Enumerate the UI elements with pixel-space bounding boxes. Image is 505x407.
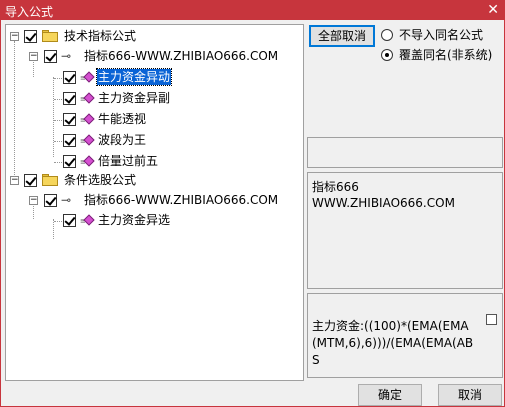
radio-label: 不导入同名公式	[399, 28, 484, 42]
status-field	[307, 137, 503, 168]
group-label: 条件选股公式	[64, 173, 137, 187]
source-label: 指标666-WWW.ZHIBIAO666.COM	[84, 193, 279, 207]
formula-diamond-icon: ≡	[80, 214, 95, 228]
tree-item-label: 主力资金异副	[98, 91, 171, 105]
title-bar: 导入公式 ✕	[0, 0, 505, 20]
source-label: 指标666-WWW.ZHIBIAO666.COM	[84, 49, 279, 63]
collapse-icon[interactable]: −	[10, 32, 19, 41]
radio-overwrite[interactable]: 覆盖同名(非系统)	[381, 47, 501, 63]
info-line: WWW.ZHIBIAO666.COM	[312, 196, 455, 210]
item-checkbox[interactable]	[63, 113, 76, 126]
collapse-icon[interactable]: −	[29, 196, 38, 205]
tree-group-screening[interactable]: − 条件选股公式	[6, 172, 302, 190]
tree-source-technical[interactable]: − ⊸ 指标666-WWW.ZHIBIAO666.COM	[6, 48, 302, 66]
formula-diamond-icon: ≡	[80, 113, 95, 127]
formula-tree[interactable]: − 技术指标公式 − ⊸ 指标666-WWW.ZHIBIAO666.COM ≡ …	[5, 24, 304, 381]
key-icon: ⊸	[61, 49, 72, 63]
window-title: 导入公式	[5, 5, 54, 19]
tree-source-screening[interactable]: − ⊸ 指标666-WWW.ZHIBIAO666.COM	[6, 192, 302, 210]
item-checkbox[interactable]	[63, 92, 76, 105]
radio-button[interactable]	[381, 29, 393, 41]
tree-item-label: 主力资金异动	[95, 68, 173, 86]
key-icon: ⊸	[61, 193, 72, 207]
tree-item-label: 波段为王	[98, 133, 147, 147]
info-panel: 指标666 WWW.ZHIBIAO666.COM	[307, 172, 503, 289]
formula-panel: 主力资金:((100)*(EMA(EMA(MTM,6),6)))/(EMA(EM…	[307, 293, 503, 378]
info-text: 指标666 WWW.ZHIBIAO666.COM	[312, 179, 455, 211]
item-checkbox[interactable]	[63, 71, 76, 84]
formula-diamond-icon: ≡	[80, 71, 95, 85]
tree-item[interactable]: ≡ 波段为王	[6, 132, 302, 150]
folder-icon	[42, 174, 58, 186]
formula-checkbox[interactable]	[486, 314, 497, 325]
source-checkbox[interactable]	[44, 194, 57, 207]
tree-item[interactable]: ≡ 主力资金异选	[6, 212, 302, 230]
item-checkbox[interactable]	[63, 155, 76, 168]
radio-button[interactable]	[381, 49, 393, 61]
tree-item-label: 牛能透视	[98, 112, 147, 126]
ok-button[interactable]: 确定	[358, 384, 422, 406]
group-checkbox[interactable]	[24, 174, 37, 187]
group-label: 技术指标公式	[64, 29, 137, 43]
formula-text: 主力资金:((100)*(EMA(EMA(MTM,6),6)))/(EMA(EM…	[312, 319, 474, 367]
item-checkbox[interactable]	[63, 214, 76, 227]
radio-no-import[interactable]: 不导入同名公式	[381, 27, 501, 43]
formula-diamond-icon: ≡	[80, 155, 95, 169]
group-checkbox[interactable]	[24, 30, 37, 43]
item-checkbox[interactable]	[63, 134, 76, 147]
close-icon[interactable]: ✕	[487, 1, 499, 19]
tree-item[interactable]: ≡ 牛能透视	[6, 111, 302, 129]
collapse-icon[interactable]: −	[10, 176, 19, 185]
tree-item[interactable]: ≡ 主力资金异副	[6, 90, 302, 108]
tree-group-technical[interactable]: − 技术指标公式	[6, 28, 302, 46]
tree-item-label: 主力资金异选	[98, 213, 171, 227]
dialog-body: − 技术指标公式 − ⊸ 指标666-WWW.ZHIBIAO666.COM ≡ …	[0, 20, 505, 407]
formula-diamond-icon: ≡	[80, 134, 95, 148]
formula-diamond-icon: ≡	[80, 92, 95, 106]
tree-item-label: 倍量过前五	[98, 154, 159, 168]
source-checkbox[interactable]	[44, 50, 57, 63]
cancel-button[interactable]: 取消	[438, 384, 502, 406]
tree-item[interactable]: ≡ 主力资金异动	[6, 68, 302, 87]
tree-item[interactable]: ≡ 倍量过前五	[6, 153, 302, 171]
deselect-all-button[interactable]: 全部取消	[309, 25, 375, 47]
radio-label: 覆盖同名(非系统)	[399, 48, 493, 62]
collapse-icon[interactable]: −	[29, 52, 38, 61]
folder-icon	[42, 30, 58, 42]
info-line: 指标666	[312, 180, 359, 194]
